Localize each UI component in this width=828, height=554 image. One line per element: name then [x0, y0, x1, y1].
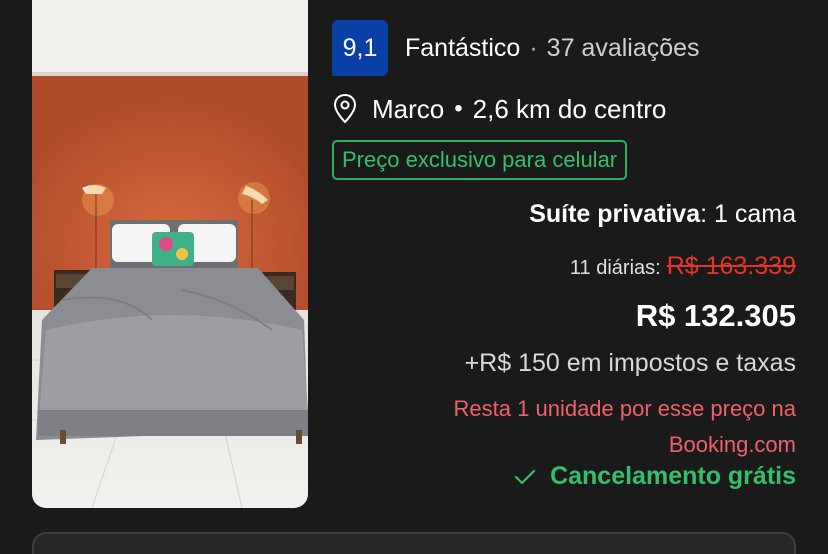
property-info: 9,1 Fantástico · 37 avaliações Marco • 2… — [332, 0, 796, 510]
scarcity-message: Resta 1 unidade por esse preço na Bookin… — [396, 391, 796, 463]
map-pin-icon — [333, 93, 357, 124]
location-row[interactable]: Marco • 2,6 km do centro — [332, 89, 666, 129]
original-price: R$ 163.339 — [666, 252, 796, 280]
property-photo[interactable] — [32, 0, 308, 508]
checkmark-icon — [514, 469, 536, 484]
room-info: Suíte privativa: 1 cama — [529, 200, 796, 229]
taxes-and-fees: +R$ 150 em impostos e taxas — [464, 349, 796, 377]
neighborhood: Marco — [372, 93, 445, 124]
room-type: Suíte privativa — [529, 200, 701, 228]
rating-label: Fantástico — [405, 33, 521, 62]
distance-from-center: 2,6 km do centro — [472, 93, 667, 124]
rating-separator: · — [529, 33, 538, 62]
search-results-page: 9,1 Fantástico · 37 avaliações Marco • 2… — [0, 0, 828, 554]
location-separator: • — [454, 95, 463, 122]
review-count: 37 avaliações — [546, 33, 700, 62]
bedroom-image — [32, 0, 308, 508]
mobile-deal-badge: Preço exclusivo para celular — [332, 140, 628, 180]
current-price: R$ 132.305 — [635, 298, 796, 333]
next-listing-card[interactable] — [32, 532, 796, 554]
bed-count: : 1 cama — [700, 200, 796, 228]
nights-price-row: 11 diárias: R$ 163.339 — [570, 252, 796, 281]
scarcity-line-2: Booking.com — [668, 432, 796, 457]
free-cancellation: Cancelamento grátis — [514, 462, 796, 491]
nights-label: 11 diárias: — [569, 257, 661, 279]
rating-row[interactable]: 9,1 Fantástico · 37 avaliações — [332, 20, 700, 76]
scarcity-line-1: Resta 1 unidade por esse preço na — [453, 396, 796, 421]
review-score-badge: 9,1 — [332, 20, 388, 76]
free-cancellation-text: Cancelamento grátis — [550, 462, 796, 490]
